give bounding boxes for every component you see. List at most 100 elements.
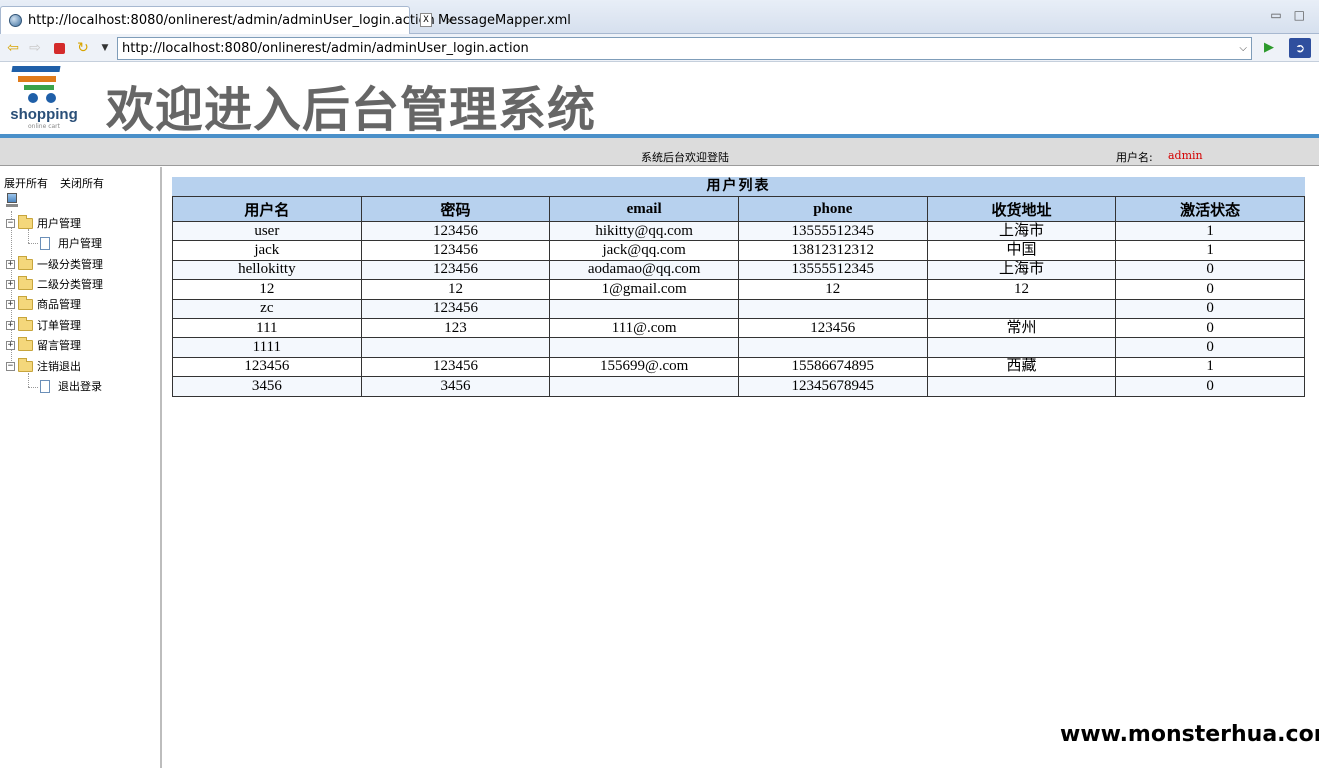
table-cell <box>926 376 1117 397</box>
username-label: 用户名: <box>1116 151 1153 164</box>
collapse-all-link[interactable]: 关闭所有 <box>60 175 104 191</box>
forward-icon[interactable]: ⇨ <box>26 39 44 57</box>
table-cell: 12 <box>926 279 1117 300</box>
refresh-icon[interactable]: ↻ <box>74 39 92 57</box>
sidebar-item-label: 留言管理 <box>37 339 81 352</box>
table-cell: 15586674895 <box>737 356 928 378</box>
table-cell <box>549 298 739 319</box>
back-icon[interactable]: ⇦ <box>4 39 22 57</box>
folder-icon <box>18 255 33 270</box>
table-cell: hellokitty <box>172 259 362 281</box>
sidebar-item-label: 退出登录 <box>58 380 102 393</box>
expand-icon[interactable]: + <box>6 259 15 269</box>
sidebar-item-label: 用户管理 <box>58 237 102 250</box>
url-bar[interactable]: http://localhost:8080/onlinerest/admin/a… <box>117 37 1252 60</box>
table-cell: 常州 <box>926 317 1117 339</box>
table-cell: 0 <box>1115 279 1305 300</box>
sidebar-subitem-logout[interactable]: 退出登录 <box>40 378 102 394</box>
table-cell: 155699@.com <box>549 356 739 378</box>
tab-admin-login[interactable]: http://localhost:8080/onlinerest/admin/a… <box>0 6 455 34</box>
table-cell: 0 <box>1115 337 1305 358</box>
table-cell: 1 <box>1115 240 1305 261</box>
table-cell: 0 <box>1115 259 1305 281</box>
window-controls: ▭ □ <box>1270 8 1305 22</box>
sidebar-item-orders[interactable]: + 订单管理 <box>6 316 81 333</box>
table-cell: hikitty@qq.com <box>549 220 739 242</box>
logo-text: shopping <box>10 106 78 123</box>
expand-icon[interactable]: + <box>6 299 15 309</box>
table-cell <box>737 298 928 319</box>
table-cell: 123456 <box>360 356 551 378</box>
collapse-icon[interactable]: − <box>6 361 15 371</box>
table-row: 12 12 1@gmail.com 12 12 0 <box>172 279 1305 300</box>
expand-icon[interactable]: + <box>6 340 15 350</box>
sidebar-item-logout-group[interactable]: − 注销退出 <box>6 357 81 374</box>
folder-icon <box>18 275 33 290</box>
sidebar-item-label: 订单管理 <box>37 319 81 332</box>
table-cell: 12 <box>360 279 551 300</box>
table-row: zc 123456 0 <box>172 298 1305 319</box>
sidebar-item-user-management[interactable]: − 用户管理 <box>6 214 81 231</box>
status-bar: 系统后台欢迎登陆 用户名: admin <box>0 134 1319 166</box>
sidebar-subitem-user-management[interactable]: 用户管理 <box>40 235 102 251</box>
external-browser-icon[interactable]: ➲ <box>1289 38 1311 58</box>
table-cell <box>549 376 739 397</box>
go-icon[interactable]: ▶ <box>1260 39 1278 57</box>
tab-messagemapper[interactable]: X MessageMapper.xml <box>412 6 579 34</box>
column-header: phone <box>737 196 928 222</box>
folder-icon <box>18 295 33 310</box>
globe-icon <box>9 14 22 27</box>
stop-icon[interactable] <box>50 39 68 57</box>
expand-icon[interactable]: + <box>6 279 15 289</box>
user-table: 用户名 密码 email phone 收货地址 激活状态 user 123456 h… <box>172 196 1305 397</box>
table-cell: 13555512345 <box>737 220 928 242</box>
table-cell: 12345678945 <box>737 376 928 397</box>
collapse-icon[interactable]: − <box>6 218 15 228</box>
table-cell: 123456 <box>360 220 551 242</box>
table-cell: 西藏 <box>926 356 1117 378</box>
tab-label: MessageMapper.xml <box>438 12 571 28</box>
column-header: 用户名 <box>172 196 362 222</box>
table-cell: 123456 <box>360 240 551 261</box>
table-cell: user <box>172 220 362 242</box>
sidebar-item-products[interactable]: + 商品管理 <box>6 295 81 312</box>
sidebar-item-label: 用户管理 <box>37 217 81 230</box>
table-cell: 3456 <box>172 376 362 397</box>
page-title: 欢迎进入后台管理系统 <box>106 82 597 138</box>
table-cell: 0 <box>1115 376 1305 397</box>
expand-all-link[interactable]: 展开所有 <box>4 175 48 191</box>
chevron-down-icon[interactable]: ⌵ <box>1239 38 1247 59</box>
table-cell: 1 <box>1115 356 1305 378</box>
table-cell: 12 <box>737 279 928 300</box>
table-cell: 123456 <box>360 259 551 281</box>
table-cell: 123456 <box>172 356 362 378</box>
table-cell <box>549 337 739 358</box>
table-row: 1111 0 <box>172 337 1305 358</box>
sidebar-item-category-level2[interactable]: + 二级分类管理 <box>6 275 103 292</box>
table-cell: 13555512345 <box>737 259 928 281</box>
page-icon <box>40 236 50 250</box>
table-cell <box>360 337 551 358</box>
table-cell: 123 <box>360 317 551 339</box>
table-cell: 0 <box>1115 317 1305 339</box>
page-icon <box>40 379 50 393</box>
sidebar-item-label: 注销退出 <box>37 360 81 373</box>
sidebar-item-messages[interactable]: + 留言管理 <box>6 336 81 353</box>
minimize-icon[interactable]: ▭ <box>1270 8 1281 22</box>
table-cell: 123456 <box>737 317 928 339</box>
sidebar-item-label: 一级分类管理 <box>37 258 103 271</box>
expand-icon[interactable]: + <box>6 320 15 330</box>
sidebar-item-label: 商品管理 <box>37 298 81 311</box>
table-cell: 12 <box>172 279 362 300</box>
sidebar-item-category-level1[interactable]: + 一级分类管理 <box>6 255 103 272</box>
table-row: 3456 3456 12345678945 0 <box>172 376 1305 397</box>
editor-tab-bar: http://localhost:8080/onlinerest/admin/a… <box>0 0 1319 34</box>
table-cell <box>926 337 1117 358</box>
column-header: email <box>549 196 739 222</box>
maximize-icon[interactable]: □ <box>1294 8 1305 22</box>
table-caption: 用户列表 <box>172 177 1305 196</box>
user-list-panel: 用户列表 用户名 密码 email phone 收货地址 激活状态 user 12… <box>172 177 1305 397</box>
computer-icon <box>6 193 18 209</box>
table-row: user 123456 hikitty@qq.com 13555512345 上海市 1 <box>172 220 1305 242</box>
nav-menu-chevron-icon[interactable]: ▼ <box>96 39 114 57</box>
